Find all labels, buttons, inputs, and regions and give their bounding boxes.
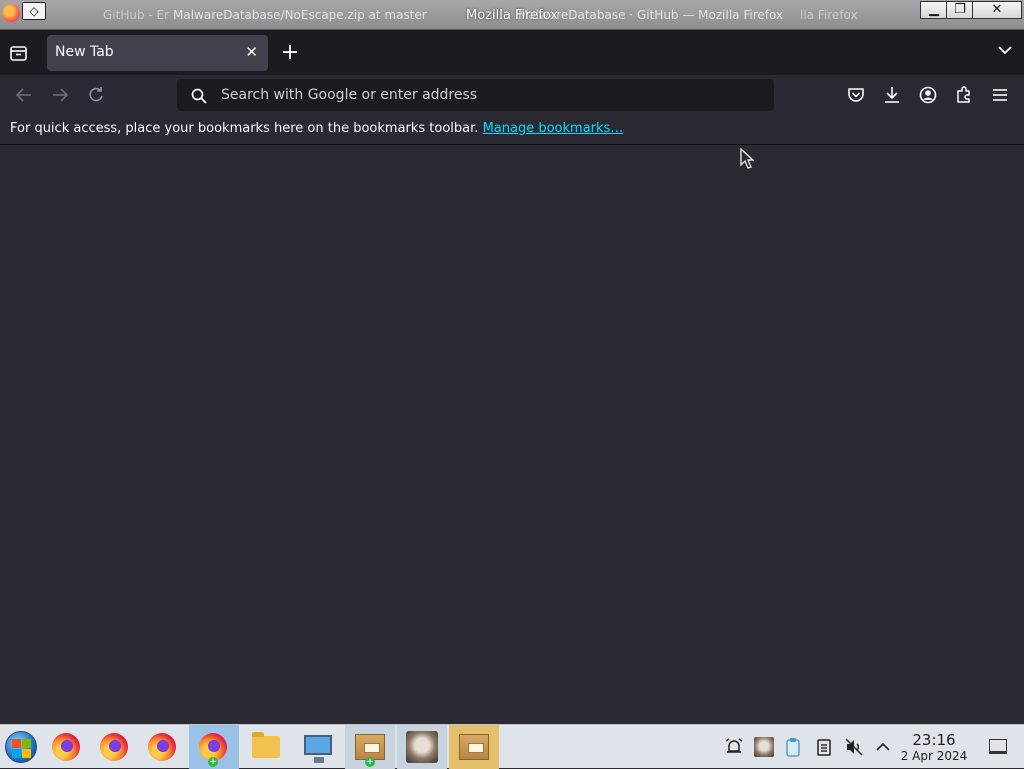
monitor-icon (304, 735, 332, 763)
close-tab-icon[interactable]: ✕ (245, 43, 258, 61)
windows-start-icon (5, 731, 37, 763)
tab-label: New Tab (55, 44, 114, 60)
taskbar-archive-manager[interactable]: + (345, 725, 395, 769)
clock-date: 2 Apr 2024 (900, 749, 968, 763)
chevron-down-icon[interactable] (998, 43, 1012, 57)
taskbar-file-manager[interactable] (241, 725, 289, 769)
forward-arrow-icon[interactable] (50, 85, 70, 105)
taskbar-clock[interactable]: 23:16 2 Apr 2024 (900, 731, 968, 764)
menu-icon[interactable] (991, 86, 1009, 104)
window-titlebar[interactable]: ◇ GitHub - Er MalwareDatabase/NoEscape.z… (0, 0, 1024, 30)
new-instance-badge-icon: + (208, 757, 218, 767)
restore-button[interactable]: ❐ (946, 1, 974, 19)
volume-muted-icon[interactable] (844, 737, 864, 757)
window-title: Mozilla Firefox (466, 8, 558, 23)
firefox-icon (52, 733, 80, 761)
cat-app-icon[interactable] (754, 737, 774, 757)
new-tab-button[interactable]: + (280, 40, 300, 65)
taskbar-firefox[interactable] (42, 725, 90, 769)
alarm-icon[interactable] (724, 737, 744, 757)
clipboard-app-icon[interactable] (783, 737, 803, 757)
start-menu-button[interactable] (0, 725, 44, 769)
clipboard-icon[interactable] (814, 737, 834, 757)
minimize-button[interactable]: ▁ (920, 1, 948, 19)
taskbar-image-viewer[interactable] (397, 725, 447, 769)
back-arrow-icon[interactable] (14, 85, 34, 105)
taskbar-archive-package[interactable] (449, 725, 499, 769)
show-desktop-button[interactable] (989, 739, 1007, 754)
taskbar-firefox[interactable] (90, 725, 138, 769)
close-window-button[interactable]: ✕ (972, 1, 1022, 19)
page-content[interactable] (0, 146, 1024, 724)
clock-time: 23:16 (912, 731, 956, 749)
taskbar-firefox[interactable] (138, 725, 186, 769)
cat-image-icon (406, 731, 438, 763)
firefox-view-icon[interactable] (8, 43, 30, 63)
tab-new-tab[interactable]: New Tab ✕ (47, 35, 268, 71)
search-input[interactable] (221, 79, 761, 111)
search-icon (191, 88, 207, 104)
mouse-pointer-icon (740, 148, 754, 169)
bookmarks-toolbar: For quick access, place your bookmarks h… (0, 115, 1024, 145)
extensions-icon[interactable] (955, 86, 973, 104)
address-bar[interactable] (177, 79, 774, 111)
firefox-icon (100, 733, 128, 761)
firefox-icon (148, 733, 176, 761)
downloads-icon[interactable] (883, 86, 901, 104)
navigation-toolbar (0, 75, 1024, 115)
manage-bookmarks-link[interactable]: Manage bookmarks… (483, 121, 624, 136)
tab-strip: New Tab ✕ + (0, 30, 1024, 75)
taskbar-system-monitor[interactable] (292, 725, 340, 769)
reload-icon[interactable] (86, 85, 106, 105)
bookmarks-empty-message: For quick access, place your bookmarks h… (10, 121, 479, 136)
new-instance-badge-icon: + (365, 757, 375, 767)
account-icon[interactable] (919, 86, 937, 104)
tray-expand-icon[interactable] (873, 737, 893, 757)
folder-icon (252, 732, 280, 758)
taskbar-firefox-active[interactable]: + (189, 725, 239, 769)
pocket-icon[interactable] (847, 86, 865, 104)
package-icon (459, 734, 489, 760)
taskbar: + + 23:16 2 Apr 2024 (0, 724, 1024, 769)
